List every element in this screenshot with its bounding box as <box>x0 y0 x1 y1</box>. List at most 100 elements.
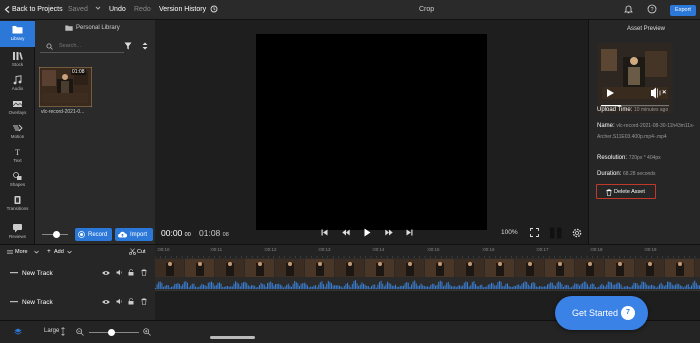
more-button[interactable]: More <box>15 249 28 255</box>
transitions-icon <box>14 196 21 204</box>
get-started-button[interactable]: Get Started 7 <box>555 296 648 330</box>
rewind-icon[interactable] <box>342 229 350 236</box>
record-button[interactable]: Record <box>75 228 112 241</box>
lock-icon[interactable] <box>128 269 134 276</box>
ruler-tick-label: :00:14 <box>372 247 385 252</box>
crop-label: Crop <box>419 6 435 13</box>
size-stepper-icon[interactable] <box>61 327 65 336</box>
skip-end-icon[interactable] <box>406 229 413 236</box>
thumb-duration: 01:08 <box>71 69 86 75</box>
volume-icon[interactable] <box>116 269 123 276</box>
timeline-toolbar: More + Add Cut <box>0 244 155 258</box>
cut-button[interactable]: Cut <box>137 249 146 255</box>
nav-label: Stock <box>11 62 24 67</box>
history-icon[interactable] <box>210 5 218 13</box>
search-box[interactable]: Search... <box>40 40 124 53</box>
more-menu-icon <box>7 250 13 254</box>
nav-library[interactable]: Library <box>0 21 35 47</box>
stock-icon <box>13 52 23 60</box>
music-note-icon <box>13 75 22 85</box>
chat-icon <box>13 224 22 233</box>
ruler-tick-label: :00:15 <box>427 247 440 252</box>
track-header[interactable]: New Track <box>0 293 155 313</box>
current-time-frames: 00 <box>184 232 191 238</box>
left-nav: Library Stock Audio Overlays Motion T Te… <box>0 20 35 244</box>
nav-text[interactable]: T Text <box>0 143 35 169</box>
motion-icon <box>13 124 23 132</box>
zoom-level[interactable]: 100% <box>501 229 518 236</box>
scissors-icon[interactable] <box>129 248 136 255</box>
ruler-tick-label: :00:16 <box>482 247 495 252</box>
version-history-button[interactable]: Version History <box>159 6 206 13</box>
nav-transitions[interactable]: Transitions <box>0 191 35 217</box>
layout-toggle-icon[interactable] <box>549 227 563 239</box>
visibility-icon[interactable] <box>102 299 110 305</box>
back-icon[interactable] <box>4 6 10 13</box>
saved-dropdown-icon[interactable] <box>95 5 101 11</box>
nav-motion[interactable]: Motion <box>0 119 35 145</box>
nav-reviews[interactable]: Reviews <box>0 219 35 245</box>
more-dropdown-icon[interactable] <box>34 250 39 254</box>
import-button[interactable]: Import <box>115 228 153 241</box>
track-size-label[interactable]: Large <box>44 328 59 334</box>
help-icon[interactable]: ? <box>647 4 657 14</box>
export-button[interactable]: Export <box>670 5 696 16</box>
lock-icon[interactable] <box>128 298 134 305</box>
add-button[interactable]: Add <box>54 249 64 255</box>
timeline-ruler[interactable]: :00:10 :00:11 :00:12 :00:13 :00:14 :00:1… <box>155 244 700 259</box>
asset-preview-video[interactable] <box>597 43 673 113</box>
trash-icon[interactable] <box>141 269 147 276</box>
track-headers: New Track New Track <box>0 258 155 320</box>
asset-preview-panel: Asset Preview Upload Time: 10 minutes ag… <box>588 20 700 244</box>
volume-icon[interactable] <box>116 298 123 305</box>
video-clip[interactable] <box>155 258 700 290</box>
undo-button[interactable]: Undo <box>109 6 126 13</box>
asset-panel-title: Asset Preview <box>627 26 666 32</box>
ruler-tick-label: :00:10 <box>157 247 170 252</box>
track-name[interactable]: New Track <box>22 299 53 306</box>
ruler-tick-label: :00:12 <box>264 247 277 252</box>
play-icon[interactable] <box>364 228 371 237</box>
track-name[interactable]: New Track <box>22 270 53 277</box>
nav-label: Audio <box>11 86 24 91</box>
back-to-projects-link[interactable]: Back to Projects <box>12 6 63 13</box>
nav-audio[interactable]: Audio <box>0 71 35 97</box>
get-started-label: Get Started <box>572 308 619 318</box>
nav-overlays[interactable]: Overlays <box>0 95 35 121</box>
ruler-tick-label: :00:19 <box>644 247 657 252</box>
thumb-name: vlc-record-2021-0... <box>41 109 85 115</box>
zoom-in-icon[interactable] <box>143 328 151 336</box>
nav-stock[interactable]: Stock <box>0 47 35 73</box>
zoom-out-icon[interactable] <box>76 328 84 336</box>
sort-icon[interactable] <box>142 42 148 50</box>
media-item[interactable]: 01:08 vlc-record-2021-0... <box>39 67 92 125</box>
delete-asset-label: Delete Asset <box>614 189 645 195</box>
skip-start-icon[interactable] <box>321 229 328 236</box>
thumb-size-slider-handle[interactable] <box>53 231 60 238</box>
ruler-tick-label: :00:17 <box>536 247 549 252</box>
svg-text:T: T <box>15 148 20 157</box>
nav-label: Transitions <box>6 206 29 211</box>
settings-icon[interactable] <box>572 228 582 238</box>
add-plus-icon[interactable]: + <box>47 248 51 255</box>
upload-time-value: 10 minutes ago <box>634 107 669 113</box>
drag-handle-icon[interactable] <box>10 301 18 303</box>
visibility-icon[interactable] <box>102 270 110 276</box>
layers-icon[interactable] <box>14 328 22 336</box>
filter-icon[interactable] <box>124 42 132 50</box>
fast-forward-icon[interactable] <box>385 229 393 236</box>
timeline-scrollbar[interactable] <box>210 336 255 339</box>
track-header[interactable]: New Track <box>0 264 155 284</box>
zoom-slider-handle[interactable] <box>108 329 115 336</box>
bell-icon[interactable] <box>624 4 633 14</box>
library-panel: Personal Library Search... 01:08 vlc-rec… <box>35 20 155 244</box>
add-dropdown-icon[interactable] <box>67 250 72 254</box>
fullscreen-icon[interactable] <box>530 228 539 237</box>
video-canvas[interactable] <box>256 34 487 230</box>
svg-text:?: ? <box>650 7 653 13</box>
trash-icon[interactable] <box>141 298 147 305</box>
nav-shapes[interactable]: Shapes <box>0 167 35 193</box>
redo-button[interactable]: Redo <box>134 6 151 13</box>
delete-asset-button[interactable]: Delete Asset <box>596 184 656 199</box>
drag-handle-icon[interactable] <box>10 272 18 274</box>
